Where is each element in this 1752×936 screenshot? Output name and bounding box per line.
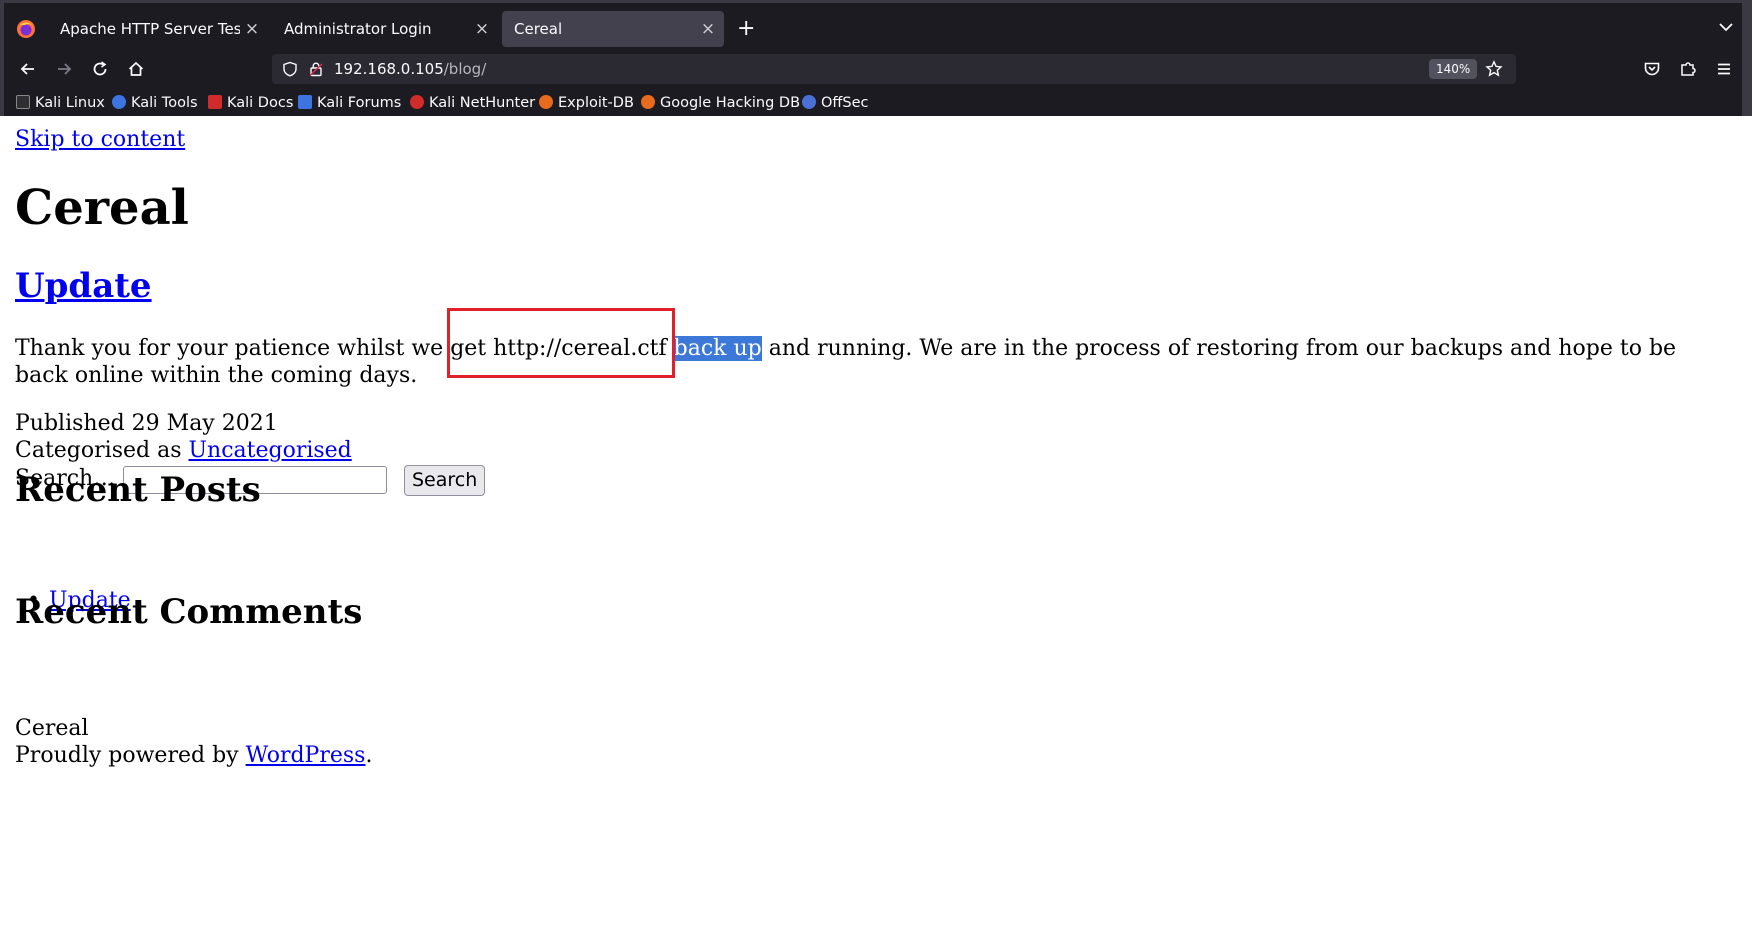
- bookmark-label: Kali Forums: [317, 95, 402, 111]
- powered-by-suffix: .: [365, 743, 373, 768]
- close-icon[interactable]: ×: [472, 11, 492, 47]
- offsec-icon: [802, 95, 816, 109]
- new-tab-button[interactable]: +: [737, 13, 755, 45]
- categorised-label: Categorised as: [15, 438, 189, 463]
- browser-chrome: Apache HTTP Server Test Pa × Administrat…: [0, 0, 1752, 116]
- zoom-level-button[interactable]: 140%: [1429, 59, 1478, 79]
- exploit-db-icon: [539, 95, 553, 109]
- puzzle-icon: [1681, 62, 1696, 76]
- recent-posts-heading: Recent Posts: [15, 470, 261, 510]
- bookmark-google-hacking-db[interactable]: Google Hacking DB: [641, 93, 800, 113]
- menu-button[interactable]: [1710, 55, 1738, 83]
- close-icon[interactable]: ×: [242, 11, 262, 47]
- post-text-boxed: get http://cereal.ctf: [450, 336, 667, 361]
- extensions-button[interactable]: [1674, 55, 1702, 83]
- kali-forums-icon: [298, 95, 312, 109]
- tab-cereal[interactable]: Cereal ×: [502, 11, 724, 47]
- tab-label: Administrator Login: [284, 20, 432, 38]
- close-icon[interactable]: ×: [698, 11, 718, 47]
- category-link[interactable]: Uncategorised: [188, 438, 351, 463]
- powered-by: Proudly powered by WordPress.: [15, 742, 372, 769]
- arrow-right-icon: [58, 63, 72, 75]
- tab-label: Cereal: [514, 20, 563, 38]
- bookmark-kali-linux[interactable]: Kali Linux: [16, 93, 105, 113]
- powered-by-text: Proudly powered by: [15, 743, 246, 768]
- address-bar[interactable]: 192.168.0.105/blog/ 140%: [272, 54, 1516, 84]
- bookmark-label: Kali Docs: [227, 95, 294, 111]
- kali-tools-icon: [112, 95, 126, 109]
- hamburger-icon: [1718, 63, 1730, 75]
- search-button[interactable]: Search: [404, 465, 486, 496]
- bookmark-offsec[interactable]: OffSec: [802, 93, 869, 113]
- bookmark-kali-forums[interactable]: Kali Forums: [298, 93, 401, 113]
- pocket-button[interactable]: [1638, 55, 1666, 83]
- recent-comments-heading: Recent Comments: [15, 592, 363, 632]
- bookmark-label: Kali Tools: [131, 95, 198, 111]
- bookmark-label: OffSec: [821, 95, 869, 111]
- category-line: Categorised as Uncategorised: [15, 437, 352, 464]
- wordpress-link[interactable]: WordPress: [246, 743, 366, 768]
- bookmark-label: Kali NetHunter: [429, 95, 536, 111]
- site-title: Cereal: [15, 180, 189, 236]
- skip-to-content-link[interactable]: Skip to content: [15, 127, 185, 152]
- navigation-toolbar: 192.168.0.105/blog/ 140%: [4, 49, 1742, 89]
- tab-admin-login[interactable]: Administrator Login ×: [272, 11, 498, 47]
- post-title: Update: [15, 266, 152, 307]
- tab-label: Apache HTTP Server Test Pa: [60, 20, 240, 38]
- reload-button[interactable]: [86, 55, 114, 83]
- post-body: Thank you for your patience whilst we ge…: [15, 335, 1715, 389]
- pocket-icon: [1644, 62, 1660, 76]
- bookmark-label: Google Hacking DB: [660, 95, 801, 111]
- home-button[interactable]: [122, 55, 150, 83]
- bookmark-exploit-db[interactable]: Exploit-DB: [539, 93, 634, 113]
- bookmark-kali-tools[interactable]: Kali Tools: [112, 93, 198, 113]
- selected-text: back up: [673, 336, 762, 361]
- home-icon: [128, 61, 144, 76]
- url-path: /blog/: [443, 60, 487, 78]
- bookmarks-toolbar: Kali Linux Kali Tools Kali Docs Kali For…: [4, 89, 1742, 117]
- tab-apache[interactable]: Apache HTTP Server Test Pa ×: [48, 11, 268, 47]
- lock-icon[interactable]: [308, 61, 324, 77]
- back-button[interactable]: [14, 55, 42, 83]
- post-text-before: Thank you for your patience whilst we: [15, 336, 451, 361]
- footer-site-name: Cereal: [15, 716, 89, 741]
- forward-button[interactable]: [50, 55, 78, 83]
- post-meta: Published 29 May 2021 Categorised as Unc…: [15, 410, 352, 464]
- tab-bar: Apache HTTP Server Test Pa × Administrat…: [4, 7, 1742, 49]
- reload-icon: [93, 61, 107, 76]
- ghdb-icon: [641, 95, 655, 109]
- shield-icon[interactable]: [282, 61, 298, 77]
- firefox-icon[interactable]: [16, 19, 36, 39]
- url-text[interactable]: 192.168.0.105/blog/: [334, 54, 486, 84]
- bookmark-kali-docs[interactable]: Kali Docs: [208, 93, 293, 113]
- bookmark-kali-nethunter[interactable]: Kali NetHunter: [410, 93, 535, 113]
- bookmark-label: Exploit-DB: [558, 95, 634, 111]
- arrow-left-icon: [20, 63, 34, 75]
- kali-dragon-icon: [16, 95, 30, 109]
- post-title-link[interactable]: Update: [15, 266, 152, 306]
- kali-docs-icon: [208, 95, 222, 109]
- site-footer: Cereal Proudly powered by WordPress.: [15, 715, 372, 769]
- kali-nethunter-icon: [410, 95, 424, 109]
- chevron-down-icon[interactable]: [1716, 17, 1736, 37]
- url-host: 192.168.0.105: [334, 60, 444, 78]
- page-content: Skip to content Cereal Update Thank you …: [4, 116, 1742, 936]
- published-date: Published 29 May 2021: [15, 411, 278, 436]
- bookmark-label: Kali Linux: [35, 95, 105, 111]
- star-icon[interactable]: [1485, 60, 1503, 78]
